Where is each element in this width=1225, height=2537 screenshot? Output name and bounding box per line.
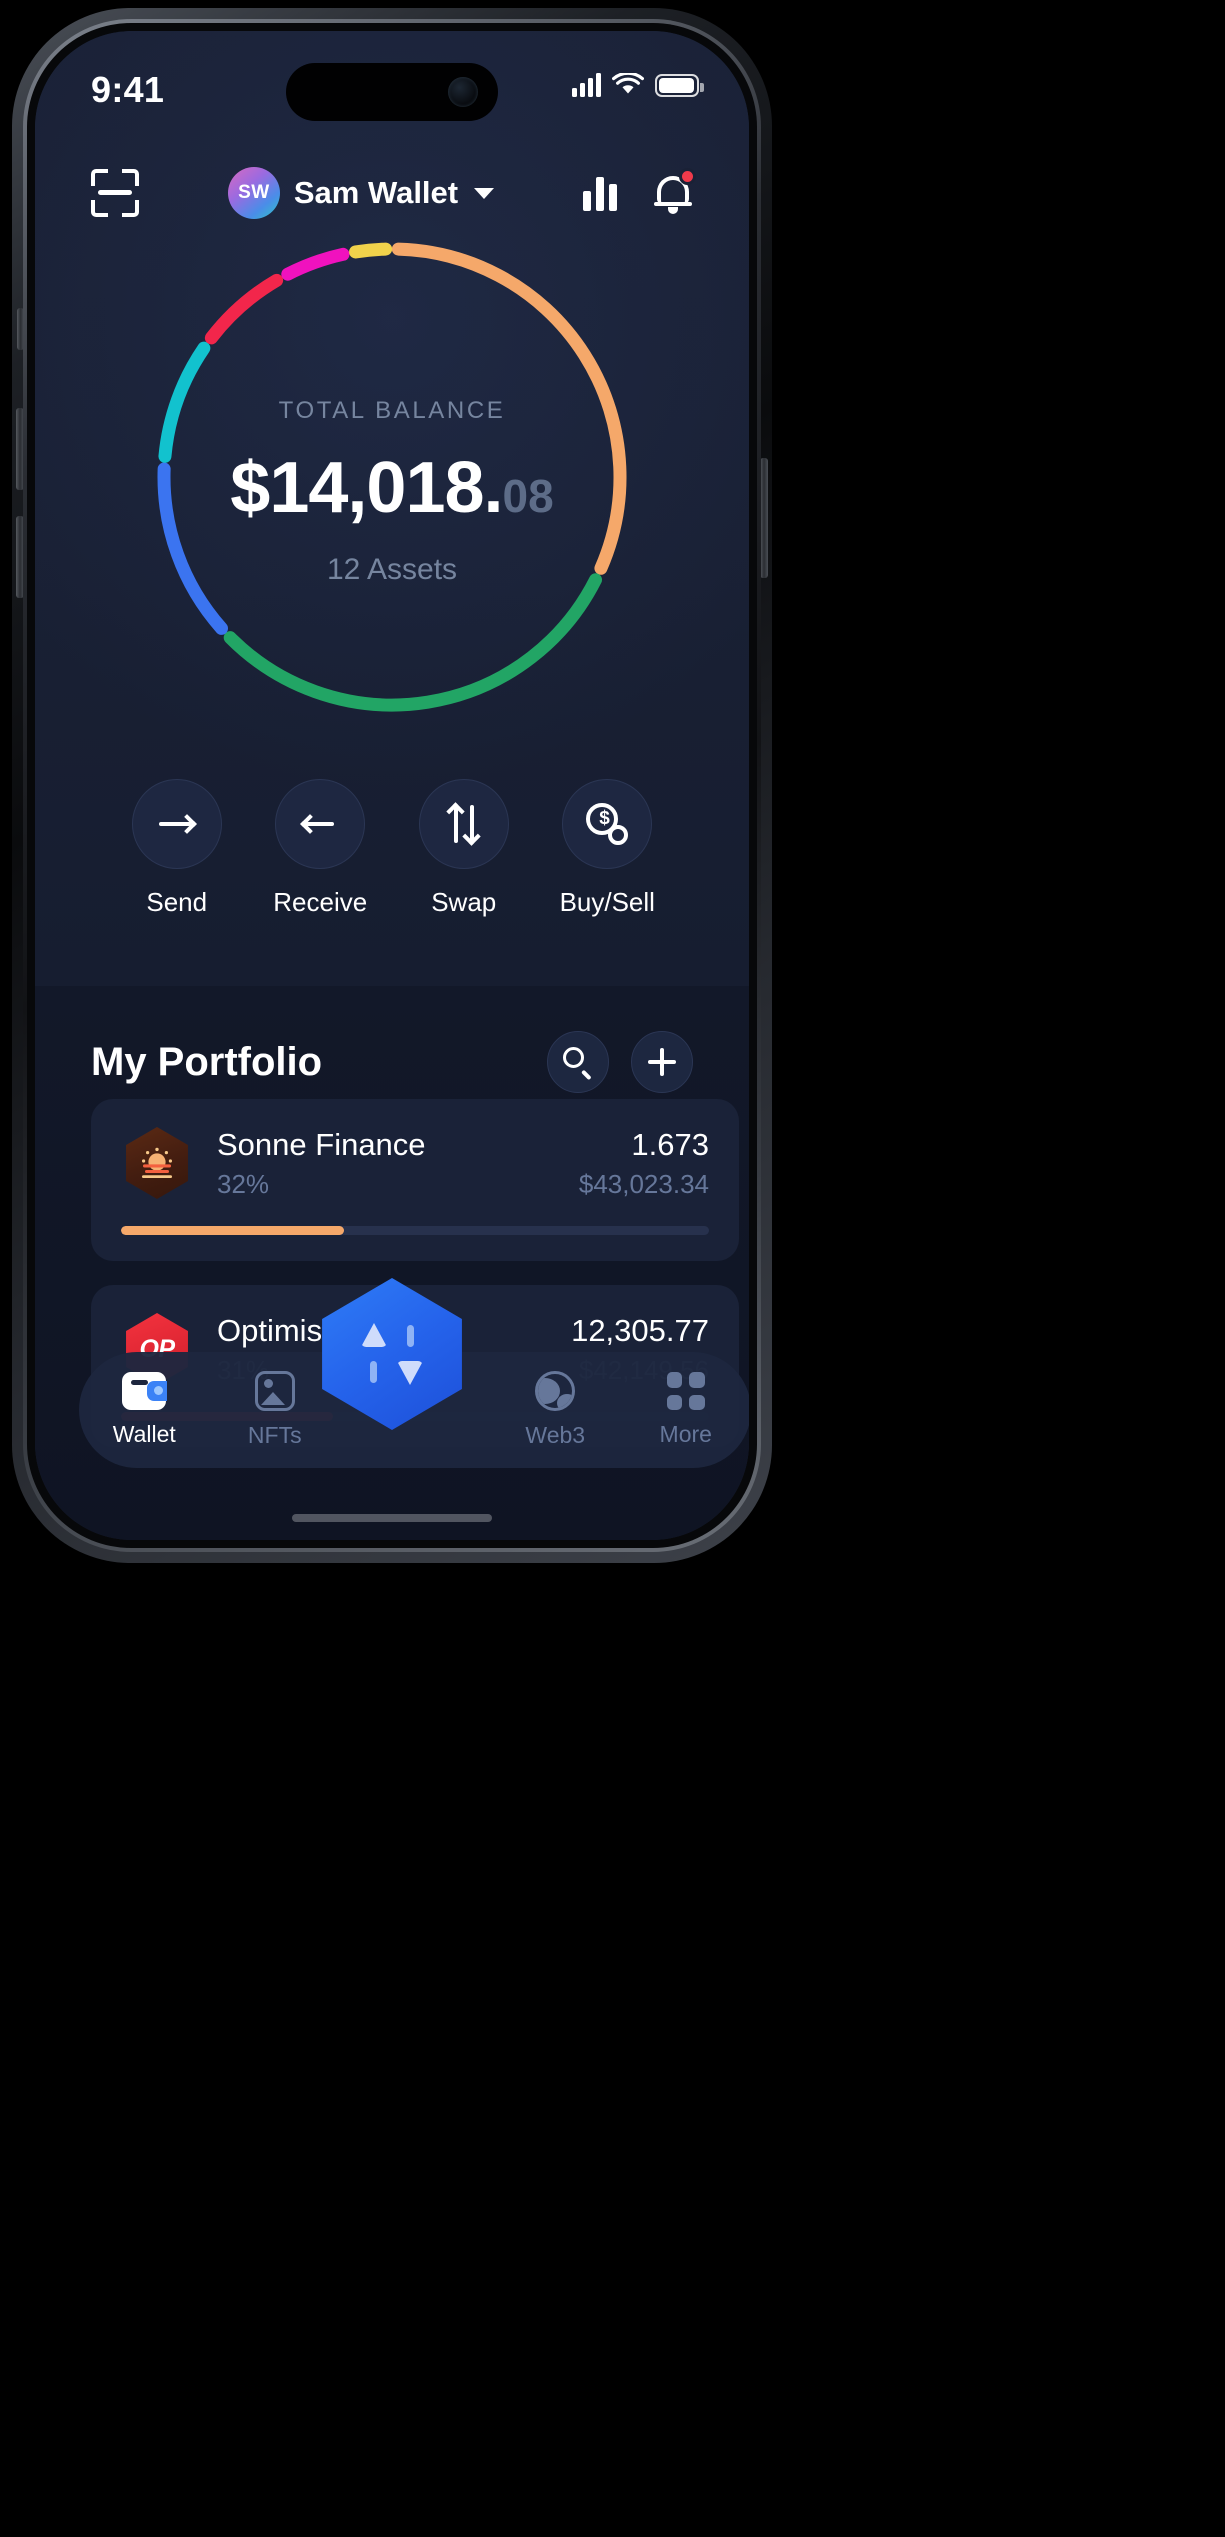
nav-label-more: More <box>659 1421 712 1447</box>
action-label-swap: Swap <box>431 887 497 917</box>
power-button[interactable] <box>760 458 768 578</box>
notification-badge <box>678 168 696 185</box>
nav-item-nfts[interactable]: NFTs <box>210 1371 341 1449</box>
balance-summary: TOTAL BALANCE $14,018. 08 12 Assets <box>35 227 749 757</box>
cellular-bars-icon <box>572 73 601 97</box>
status-bar-clock: 9:41 <box>91 69 165 110</box>
swap-button[interactable] <box>418 779 509 869</box>
nav-label-nfts: NFTs <box>247 1422 302 1448</box>
balance-integer: $14,018. <box>230 448 503 528</box>
action-label-receive: Receive <box>273 887 368 917</box>
status-bar-indicators <box>572 73 704 97</box>
action-label-send: Send <box>146 887 208 917</box>
front-camera-icon <box>448 77 478 107</box>
portfolio-header: My Portfolio <box>35 1031 749 1093</box>
action-send[interactable]: Send <box>131 779 223 918</box>
bar-chart-icon[interactable] <box>582 175 617 211</box>
action-buysell[interactable]: $ Buy/Sell <box>559 779 655 918</box>
sonne-finance-token-icon <box>121 1127 193 1199</box>
asset-amount: 12,305.77 <box>571 1313 709 1348</box>
grid-icon <box>666 1372 705 1410</box>
dynamic-island <box>286 63 498 121</box>
buysell-button[interactable]: $ <box>562 779 653 869</box>
asset-allocation-bar <box>121 1226 709 1235</box>
swap-hexagon-icon <box>361 1323 423 1385</box>
nav-item-wallet[interactable]: Wallet <box>79 1372 210 1448</box>
notification-bell-icon[interactable] <box>653 168 696 214</box>
app-header: SW Sam Wallet <box>35 149 749 237</box>
action-label-buysell: Buy/Sell <box>559 887 655 917</box>
asset-percent: 32% <box>217 1169 270 1199</box>
status-bar: 9:41 <box>35 31 749 149</box>
battery-icon <box>655 73 704 97</box>
image-icon <box>254 1371 295 1411</box>
arrow-right-icon <box>158 809 197 839</box>
receive-button[interactable] <box>275 779 366 869</box>
send-button[interactable] <box>131 779 222 869</box>
wifi-icon <box>612 73 644 94</box>
add-asset-button[interactable] <box>631 1031 693 1093</box>
nav-item-web3[interactable]: Web3 <box>490 1371 621 1449</box>
asset-usd-value: $43,023.34 <box>578 1169 709 1199</box>
wallet-selector[interactable]: SW Sam Wallet <box>227 167 495 219</box>
dollar-coins-icon: $ <box>586 803 629 845</box>
total-balance-label: TOTAL BALANCE <box>278 397 506 424</box>
phone-band: 9:41 SW Sam Wallet TOTAL BALANCE $14,018… <box>23 19 761 1552</box>
globe-icon <box>535 1371 576 1411</box>
balance-decimals: 08 <box>502 470 554 522</box>
asset-name: Sonne Finance <box>217 1127 426 1162</box>
nav-label-web3: Web3 <box>525 1422 586 1448</box>
table-row[interactable]: Sonne Finance 32% 1.673 $43,023.34 <box>91 1099 739 1261</box>
wallet-name-label: Sam Wallet <box>293 175 459 210</box>
total-balance-amount: $14,018. 08 <box>230 447 553 529</box>
quick-actions: Send Receive Swap $ Buy/Sell <box>35 779 749 918</box>
nav-label-wallet: Wallet <box>112 1421 176 1447</box>
scan-qr-icon[interactable] <box>91 169 139 217</box>
swap-arrows-icon <box>446 802 482 846</box>
portfolio-header-actions <box>547 1031 693 1093</box>
wallet-icon <box>122 1372 168 1410</box>
page-title: My Portfolio <box>91 1039 323 1084</box>
action-receive[interactable]: Receive <box>273 779 368 918</box>
home-indicator[interactable] <box>292 1514 492 1522</box>
avatar: SW <box>227 167 280 219</box>
search-icon <box>563 1047 593 1080</box>
balance-donut-chart: TOTAL BALANCE $14,018. 08 12 Assets <box>35 227 749 757</box>
search-button[interactable] <box>547 1031 609 1093</box>
plus-icon <box>648 1048 676 1076</box>
phone-screen: 9:41 SW Sam Wallet TOTAL BALANCE $14,018… <box>35 31 749 1540</box>
phone-bezel: 9:41 SW Sam Wallet TOTAL BALANCE $14,018… <box>27 23 757 1548</box>
nav-item-more[interactable]: More <box>621 1372 750 1448</box>
asset-amount: 1.673 <box>631 1127 709 1162</box>
chevron-down-icon <box>474 187 495 199</box>
assets-count-label: 12 Assets <box>326 553 458 586</box>
phone-frame: 9:41 SW Sam Wallet TOTAL BALANCE $14,018… <box>12 8 772 1563</box>
arrow-left-icon <box>300 809 338 839</box>
action-swap[interactable]: Swap <box>418 779 510 918</box>
screenshot-root: 9:41 SW Sam Wallet TOTAL BALANCE $14,018… <box>0 0 1225 2537</box>
header-actions <box>582 168 696 214</box>
